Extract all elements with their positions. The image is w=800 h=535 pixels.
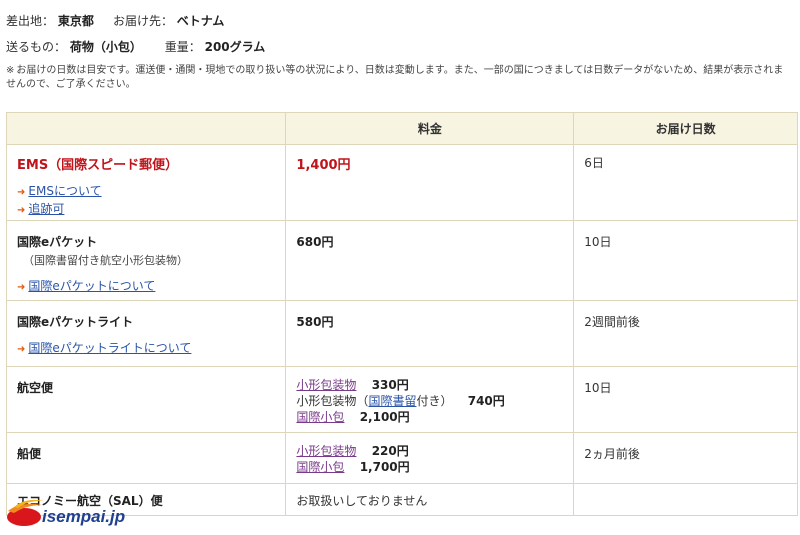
price-value: 2,100円 (359, 410, 410, 424)
note-mark: ※ (6, 65, 15, 76)
price-value: 1,400円 (296, 158, 351, 173)
delivery-note: ※ お届けの日数は目安です。運送便・通関・現地での取り扱い等の状況により、日数は変… (6, 64, 786, 92)
service-cell: 航空便 (5, 366, 287, 433)
price-suffix: 付き） (416, 394, 453, 408)
link-tracking[interactable]: ➜ 追跡可 (17, 201, 275, 219)
table-header-row: 料金 お届け日数 (5, 112, 798, 145)
days-cell: 10日 (573, 366, 798, 433)
service-subtitle: （国際書留付き航空小形包装物） (23, 254, 188, 267)
price-line: 国際小包 1,700円 (296, 459, 563, 475)
arrow-icon: ➜ (17, 282, 26, 293)
price-line: 国際小包 2,100円 (296, 409, 563, 425)
logo-text: isempai.jp (42, 507, 126, 526)
table-row-air: 航空便 小形包装物 330円 小形包装物（国際書留付き） 740円 国際小包 2… (5, 366, 798, 433)
item-value: 荷物（小包） (69, 40, 142, 54)
days-value: 10日 (584, 381, 612, 395)
logo-mark-icon (7, 499, 44, 526)
price-value: 740円 (467, 394, 505, 408)
price-prefix: 小形包装物（ (296, 394, 369, 408)
days-cell: 6日 (573, 144, 798, 221)
price-cell: 小形包装物 330円 小形包装物（国際書留付き） 740円 国際小包 2,100… (285, 366, 575, 433)
service-name: 船便 (17, 447, 42, 461)
price-cell: 580円 (285, 300, 575, 367)
origin-label: 差出地： (6, 14, 55, 28)
arrow-icon: ➜ (17, 187, 26, 198)
price-line: 小形包装物（国際書留付き） 740円 (296, 393, 563, 409)
link-text[interactable]: 国際eパケットについて (28, 279, 155, 293)
price-line: 小形包装物 220円 (296, 443, 563, 459)
header-days: お届け日数 (573, 112, 798, 145)
arrow-icon: ➜ (17, 205, 26, 216)
service-cell: 国際eパケット （国際書留付き航空小形包装物） ➜ 国際eパケットについて (5, 220, 287, 301)
days-cell: 2ヵ月前後 (573, 432, 798, 484)
weight-value: 200グラム (204, 40, 266, 54)
unavailable-text: お取扱いしておりません (296, 494, 428, 508)
days-value: 6日 (584, 156, 604, 170)
header-service (5, 112, 287, 145)
shipment-route: 差出地： 東京都 お届け先： ベトナム (6, 12, 224, 29)
header-price: 料金 (285, 112, 575, 145)
table-row-ems: EMS（国際スピード郵便） ➜ EMSについて ➜ 追跡可 1,400円 6日 (5, 144, 798, 221)
rates-table: 料金 お届け日数 EMS（国際スピード郵便） ➜ EMSについて ➜ 追跡可 1,4… (5, 112, 798, 516)
link-small-packet[interactable]: 小形包装物 (296, 378, 356, 392)
service-name: EMS（国際スピード郵便） (17, 158, 179, 173)
link-intl-parcel[interactable]: 国際小包 (296, 460, 344, 474)
link-ems-about[interactable]: ➜ EMSについて (17, 183, 275, 201)
origin-value: 東京都 (57, 14, 94, 28)
price-value: 220円 (371, 444, 409, 458)
link-intl-parcel[interactable]: 国際小包 (296, 410, 344, 424)
price-cell: 小形包装物 220円 国際小包 1,700円 (285, 432, 575, 484)
arrow-icon: ➜ (17, 344, 26, 355)
service-name: 航空便 (17, 381, 54, 395)
service-cell: EMS（国際スピード郵便） ➜ EMSについて ➜ 追跡可 (5, 144, 287, 221)
site-logo: isempai.jp (6, 495, 126, 531)
link-text[interactable]: 国際eパケットライトについて (28, 341, 191, 355)
service-cell: 船便 (5, 432, 287, 484)
service-name: 国際eパケットライト (17, 315, 134, 329)
days-value: 2ヵ月前後 (584, 447, 640, 461)
service-cell: 国際eパケットライト ➜ 国際eパケットライトについて (5, 300, 287, 367)
price-value: 1,700円 (359, 460, 410, 474)
link-epacket-about[interactable]: ➜ 国際eパケットについて (17, 278, 275, 296)
destination-value: ベトナム (176, 14, 225, 28)
price-value: 680円 (296, 235, 334, 249)
price-cell: 680円 (285, 220, 575, 301)
table-row-epacket-light: 国際eパケットライト ➜ 国際eパケットライトについて 580円 2週間前後 (5, 300, 798, 367)
days-value: 10日 (584, 235, 612, 249)
link-text[interactable]: EMSについて (28, 184, 101, 198)
price-cell: 1,400円 (285, 144, 575, 221)
note-text: お届けの日数は目安です。運送便・通関・現地での取り扱い等の状況により、日数は変動… (6, 65, 784, 90)
item-label: 送るもの： (6, 40, 67, 54)
days-value: 2週間前後 (584, 315, 640, 329)
days-cell: 2週間前後 (573, 300, 798, 367)
price-cell: お取扱いしておりません (285, 483, 575, 516)
service-name: 国際eパケット (17, 235, 98, 249)
price-value: 580円 (296, 315, 334, 329)
link-small-packet[interactable]: 小形包装物 (296, 444, 356, 458)
price-line: 小形包装物 330円 (296, 377, 563, 393)
price-value: 330円 (371, 378, 409, 392)
link-epacket-light-about[interactable]: ➜ 国際eパケットライトについて (17, 340, 275, 358)
days-cell (573, 483, 798, 516)
table-row-epacket: 国際eパケット （国際書留付き航空小形包装物） ➜ 国際eパケットについて 680… (5, 220, 798, 301)
table-row-ship: 船便 小形包装物 220円 国際小包 1,700円 2ヵ月前後 (5, 432, 798, 484)
days-cell: 10日 (573, 220, 798, 301)
shipment-item: 送るもの： 荷物（小包） 重量： 200グラム (6, 38, 265, 55)
link-registered[interactable]: 国際書留 (368, 394, 416, 408)
weight-label: 重量： (164, 40, 201, 54)
destination-label: お届け先： (112, 14, 173, 28)
link-text[interactable]: 追跡可 (28, 202, 64, 216)
